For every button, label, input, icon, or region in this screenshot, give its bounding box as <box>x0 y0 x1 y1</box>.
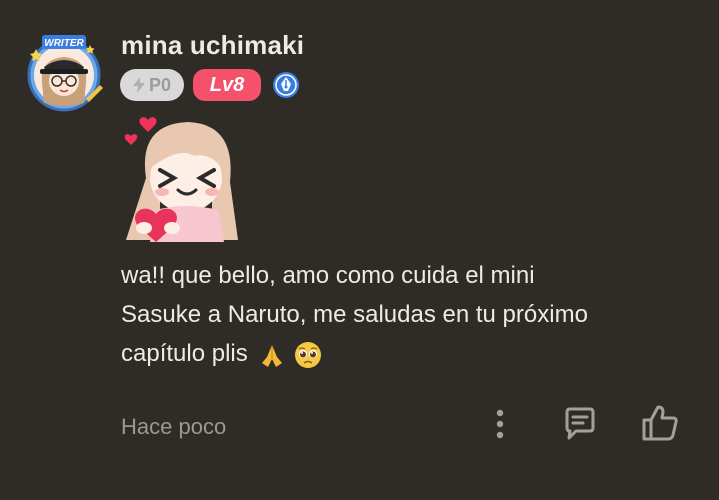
more-options-icon[interactable] <box>490 408 510 440</box>
sticker-image <box>124 117 238 242</box>
points-label: P0 <box>148 74 172 95</box>
avatar-image: WRITER <box>27 35 103 112</box>
comment-line: Sasuke a Naruto, me saludas en tu próxim… <box>121 301 588 328</box>
pleading-face-icon <box>295 341 322 368</box>
thumbs-up-icon[interactable] <box>640 403 680 443</box>
comment-line: wa!! que bello, amo como cuida el mini <box>121 262 535 289</box>
points-badge[interactable]: P0 <box>120 69 184 101</box>
user-avatar[interactable]: WRITER <box>24 33 104 113</box>
reply-comment-icon[interactable] <box>562 406 598 442</box>
username[interactable]: mina uchimaki <box>121 30 304 61</box>
comment-line: capítulo plis <box>121 334 701 373</box>
writer-pen-icon[interactable] <box>272 71 300 99</box>
timestamp: Hace poco <box>121 414 227 439</box>
comment-text: wa!! que bello, amo como cuida el mini S… <box>121 256 701 373</box>
level-badge[interactable]: Lv8 <box>193 69 261 101</box>
user-badges: P0 Lv8 <box>120 69 300 101</box>
lightning-icon <box>132 77 145 93</box>
folded-hands-icon <box>262 344 283 367</box>
comment-line-text: capítulo plis <box>121 340 248 367</box>
avatar-badge-text: WRITER <box>44 38 84 49</box>
